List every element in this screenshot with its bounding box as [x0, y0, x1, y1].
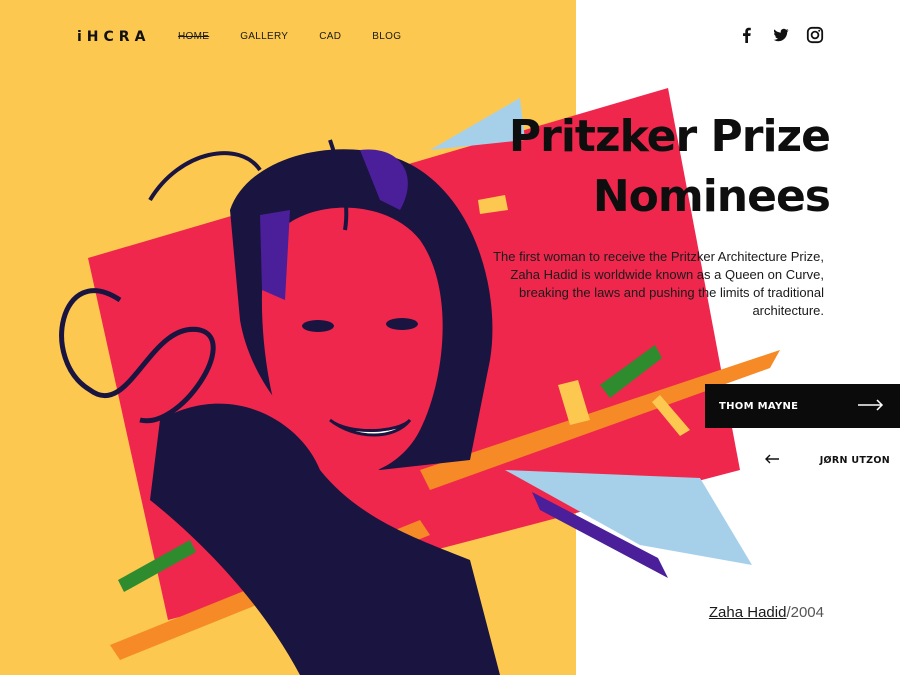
main-nav: HOME GALLERY CAD BLOG	[178, 31, 432, 42]
nominee-year: /2004	[786, 604, 824, 621]
nav-home[interactable]: HOME	[178, 31, 209, 42]
title-line-1: Pritzker Prize	[508, 111, 831, 162]
next-nominee-label: THOM MAYNE	[719, 400, 799, 412]
twitter-icon[interactable]	[772, 26, 790, 44]
portrait-illustration	[59, 88, 780, 675]
prev-nominee-label: JØRN UTZON	[819, 454, 890, 466]
brand-logo[interactable]: iHCRA	[77, 29, 150, 45]
page-title: Pritzker Prize Nominees	[410, 107, 831, 227]
nav-cad[interactable]: CAD	[319, 31, 341, 42]
arrow-right-icon	[858, 398, 884, 414]
prev-nominee-button[interactable]: JØRN UTZON	[765, 450, 890, 470]
arrow-left-icon	[765, 454, 779, 467]
hair-highlight-2	[260, 210, 290, 300]
hero-description: The first woman to receive the Pritzker …	[493, 249, 824, 318]
title-line-2: Nominees	[592, 171, 831, 222]
nav-gallery[interactable]: GALLERY	[240, 31, 288, 42]
social-links	[738, 26, 824, 44]
eye-left	[302, 320, 334, 332]
facebook-icon[interactable]	[738, 26, 756, 44]
instagram-icon[interactable]	[806, 26, 824, 44]
nominee-name[interactable]: Zaha Hadid	[709, 604, 787, 621]
eye-right	[386, 318, 418, 330]
nav-blog[interactable]: BLOG	[372, 31, 401, 42]
nominee-caption: Zaha Hadid/2004	[709, 604, 824, 621]
next-nominee-button[interactable]: THOM MAYNE	[705, 384, 900, 428]
